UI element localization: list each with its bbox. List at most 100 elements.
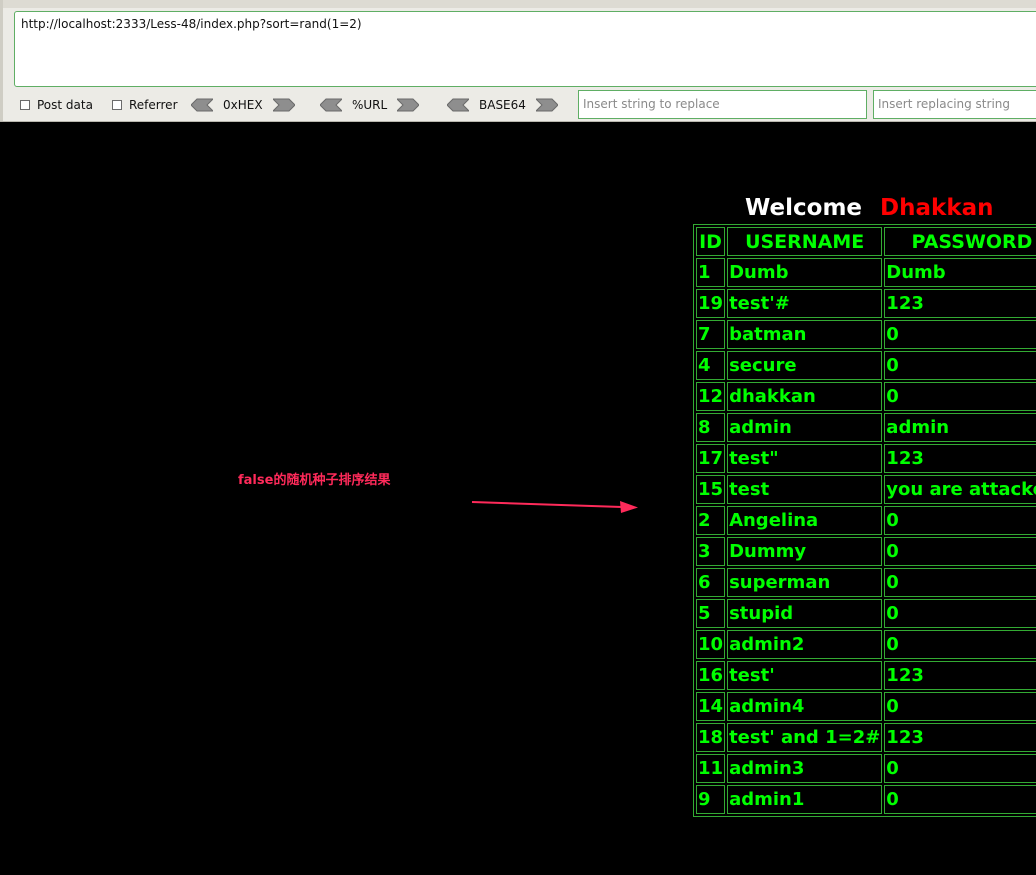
header-id: ID xyxy=(696,227,726,256)
cell-id: 10 xyxy=(696,630,726,659)
cell-id: 1 xyxy=(696,258,726,287)
cell-password: 123 xyxy=(884,289,1036,318)
table-row: 18 test' and 1=2# 123 xyxy=(696,723,1036,752)
table-row: 5 stupid 0 xyxy=(696,599,1036,628)
cell-username: batman xyxy=(727,320,883,349)
cell-password: 123 xyxy=(884,444,1036,473)
welcome-heading: Welcome Dhakkan xyxy=(745,195,994,221)
cell-password: 0 xyxy=(884,351,1036,380)
cell-id: 5 xyxy=(696,599,726,628)
hex-encoder: 0xHEX xyxy=(191,96,295,114)
referrer-checkbox[interactable] xyxy=(112,100,122,110)
cell-id: 6 xyxy=(696,568,726,597)
cell-password: 123 xyxy=(884,723,1036,752)
table-row: 1 Dumb Dumb xyxy=(696,258,1036,287)
base64-encode-arrow-icon[interactable] xyxy=(535,98,558,112)
table-row: 3 Dummy 0 xyxy=(696,537,1036,566)
table-row: 16 test' 123 xyxy=(696,661,1036,690)
cell-username: secure xyxy=(727,351,883,380)
replacing-string-input[interactable]: Insert replacing string xyxy=(873,90,1036,119)
cell-username: admin1 xyxy=(727,785,883,814)
post-data-checkbox[interactable] xyxy=(20,100,30,110)
cell-password: 0 xyxy=(884,785,1036,814)
referrer-toggle[interactable]: Referrer xyxy=(112,98,178,112)
cell-id: 3 xyxy=(696,537,726,566)
table-row: 7 batman 0 xyxy=(696,320,1036,349)
cell-username: dhakkan xyxy=(727,382,883,411)
cell-password: 0 xyxy=(884,506,1036,535)
url-encode-arrow-icon[interactable] xyxy=(397,98,420,112)
url-encoder: %URL xyxy=(320,96,420,114)
cell-id: 18 xyxy=(696,723,726,752)
hex-encode-arrow-icon[interactable] xyxy=(272,98,295,112)
cell-username: admin4 xyxy=(727,692,883,721)
url-enc-label: %URL xyxy=(352,98,388,112)
base64-decode-arrow-icon[interactable] xyxy=(447,98,469,112)
panel-border xyxy=(0,0,3,121)
table-row: 12 dhakkan 0 xyxy=(696,382,1036,411)
user-name: Dhakkan xyxy=(880,195,994,221)
header-username: USERNAME xyxy=(727,227,883,256)
table-row: 6 superman 0 xyxy=(696,568,1036,597)
cell-password: 0 xyxy=(884,382,1036,411)
hex-decode-arrow-icon[interactable] xyxy=(191,98,213,112)
cell-username: admin3 xyxy=(727,754,883,783)
cell-id: 16 xyxy=(696,661,726,690)
replace-string-input[interactable]: Insert string to replace xyxy=(578,90,867,119)
url-textarea[interactable]: http://localhost:2333/Less-48/index.php?… xyxy=(14,11,1036,87)
cell-password: 0 xyxy=(884,692,1036,721)
table-row: 10 admin2 0 xyxy=(696,630,1036,659)
table-row: 15testyou are attacked xyxy=(696,475,1036,504)
cell-id: 19 xyxy=(696,289,726,318)
welcome-text: Welcome xyxy=(745,195,863,221)
cell-password: 0 xyxy=(884,630,1036,659)
header-password: PASSWORD xyxy=(884,227,1036,256)
cell-username: Dummy xyxy=(727,537,883,566)
cell-username: stupid xyxy=(727,599,883,628)
base64-encoder: BASE64 xyxy=(447,96,558,114)
table-row: 14 admin4 0 xyxy=(696,692,1036,721)
cell-username: admin xyxy=(727,413,883,442)
results-table: ID USERNAME PASSWORD 1 Dumb Dumb 19 test'# 12… xyxy=(693,224,1036,817)
url-decode-arrow-icon[interactable] xyxy=(320,98,342,112)
cell-id: 15 xyxy=(696,475,726,504)
table-row: 4 secure 0 xyxy=(696,351,1036,380)
cell-id: 12 xyxy=(696,382,726,411)
hex-label: 0xHEX xyxy=(223,98,263,112)
cell-username: test' and 1=2# xyxy=(727,723,883,752)
post-data-label: Post data xyxy=(37,98,93,112)
table-header-row: ID USERNAME PASSWORD xyxy=(696,227,1036,256)
cell-username: test' xyxy=(727,661,883,690)
annotation-text: false的随机种子排序结果 xyxy=(238,473,391,488)
cell-password: 0 xyxy=(884,537,1036,566)
hackbar-menu-strip xyxy=(0,0,1036,8)
table-body: 1 Dumb Dumb 19 test'# 123 7 batman 0 4 secure 0 12 dh… xyxy=(696,258,1036,814)
cell-password: you are attacked xyxy=(884,475,1036,504)
table-row: 11 admin3 0 xyxy=(696,754,1036,783)
cell-id: 2 xyxy=(696,506,726,535)
cell-username: superman xyxy=(727,568,883,597)
cell-username: Angelina xyxy=(727,506,883,535)
cell-username: test'# xyxy=(727,289,883,318)
table-row: 2 Angelina 0 xyxy=(696,506,1036,535)
table-row: 9 admin1 0 xyxy=(696,785,1036,814)
base64-label: BASE64 xyxy=(479,98,526,112)
cell-id: 9 xyxy=(696,785,726,814)
post-data-toggle[interactable]: Post data xyxy=(20,98,93,112)
cell-id: 8 xyxy=(696,413,726,442)
cell-username: Dumb xyxy=(727,258,883,287)
cell-username: test" xyxy=(727,444,883,473)
table-row: 19 test'# 123 xyxy=(696,289,1036,318)
cell-password: 123 xyxy=(884,661,1036,690)
cell-id: 14 xyxy=(696,692,726,721)
cell-id: 7 xyxy=(696,320,726,349)
cell-password: 0 xyxy=(884,568,1036,597)
referrer-label: Referrer xyxy=(129,98,178,112)
cell-username: test xyxy=(727,475,883,504)
hackbar-panel: http://localhost:2333/Less-48/index.php?… xyxy=(0,0,1036,122)
annotation-arrow-icon xyxy=(471,501,638,513)
cell-password: 0 xyxy=(884,320,1036,349)
table-row: 17 test" 123 xyxy=(696,444,1036,473)
cell-password: Dumb xyxy=(884,258,1036,287)
cell-username: admin2 xyxy=(727,630,883,659)
